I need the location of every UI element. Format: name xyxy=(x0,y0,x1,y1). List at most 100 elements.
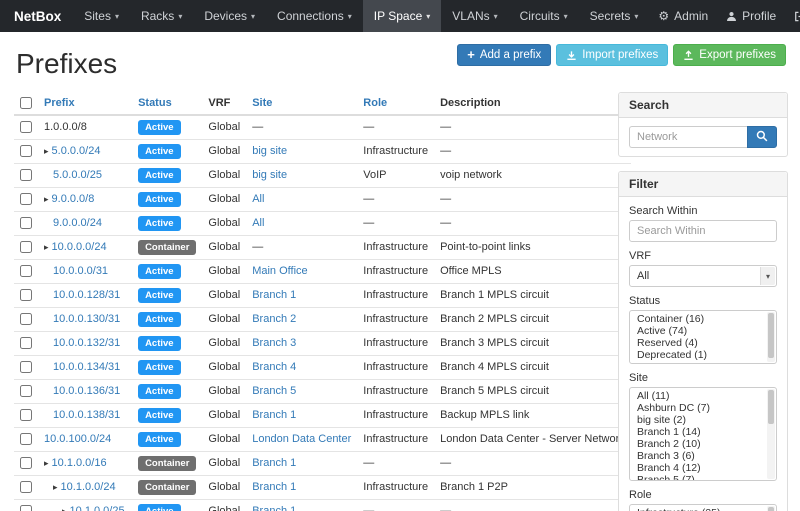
site-link[interactable]: Branch 5 xyxy=(252,385,296,397)
row-checkbox[interactable] xyxy=(20,313,32,325)
prefix-link[interactable]: 10.0.0.136/31 xyxy=(53,385,120,397)
filter-option[interactable]: All (11) xyxy=(630,390,776,402)
filter-option[interactable]: Container (16) xyxy=(630,313,776,325)
site-link[interactable]: Branch 1 xyxy=(252,289,296,301)
brand[interactable]: NetBox xyxy=(8,0,73,32)
site-link[interactable]: All xyxy=(252,193,264,205)
import-prefixes-button[interactable]: Import prefixes xyxy=(556,44,668,66)
nav-item-vlans[interactable]: VLANs▾ xyxy=(441,0,508,32)
col-header-status[interactable]: Status xyxy=(132,92,202,115)
prefix-link[interactable]: 10.0.0.128/31 xyxy=(53,289,120,301)
nav-item-logout[interactable]: Log out xyxy=(785,0,800,32)
site-link[interactable]: Branch 1 xyxy=(252,409,296,421)
site-listbox[interactable]: All (11)Ashburn DC (7)big site (2)Branch… xyxy=(629,387,777,481)
prefix-link[interactable]: 5.0.0.0/25 xyxy=(53,169,102,181)
scrollbar[interactable] xyxy=(767,506,775,511)
nav-item-profile[interactable]: Profile xyxy=(717,0,785,32)
filter-option[interactable]: big site (2) xyxy=(630,414,776,426)
prefix-link[interactable]: 10.0.0.0/24 xyxy=(52,241,107,253)
row-checkbox[interactable] xyxy=(20,241,32,253)
row-checkbox[interactable] xyxy=(20,481,32,493)
filter-option[interactable]: Branch 2 (10) xyxy=(630,438,776,450)
site-link[interactable]: Main Office xyxy=(252,265,307,277)
row-checkbox[interactable] xyxy=(20,385,32,397)
site-link[interactable]: big site xyxy=(252,145,287,157)
scrollbar[interactable] xyxy=(767,312,775,362)
nav-item-admin[interactable]: ⚙ Admin xyxy=(649,0,717,32)
nav-item-sites[interactable]: Sites▾ xyxy=(73,0,130,32)
filter-option[interactable]: Branch 3 (6) xyxy=(630,450,776,462)
site-link[interactable]: London Data Center xyxy=(252,433,351,445)
filter-option[interactable]: Ashburn DC (7) xyxy=(630,402,776,414)
prefix-link[interactable]: 10.0.100.0/24 xyxy=(44,433,111,445)
site-link[interactable]: All xyxy=(252,217,264,229)
col-header-role[interactable]: Role xyxy=(357,92,434,115)
filter-option[interactable]: Active (74) xyxy=(630,325,776,337)
filter-option[interactable]: Deprecated (1) xyxy=(630,349,776,361)
prefix-link[interactable]: 10.1.0.0/16 xyxy=(52,457,107,469)
row-checkbox[interactable] xyxy=(20,265,32,277)
row-checkbox[interactable] xyxy=(20,193,32,205)
prefix-link[interactable]: 10.0.0.132/31 xyxy=(53,337,120,349)
filter-option[interactable]: Infrastructure (25) xyxy=(630,507,776,511)
prefix-link[interactable]: 10.1.0.0/25 xyxy=(70,505,125,511)
select-all-checkbox[interactable] xyxy=(20,97,32,109)
site-link[interactable]: big site xyxy=(252,169,287,181)
row-checkbox[interactable] xyxy=(20,145,32,157)
prefix-link[interactable]: 10.0.0.134/31 xyxy=(53,361,120,373)
add-prefix-button[interactable]: + Add a prefix xyxy=(457,44,551,66)
prefix-link[interactable]: 9.0.0.0/24 xyxy=(53,217,102,229)
nav-item-racks[interactable]: Racks▾ xyxy=(130,0,193,32)
site-link[interactable]: Branch 4 xyxy=(252,361,296,373)
export-prefixes-button[interactable]: Export prefixes xyxy=(673,44,786,66)
filter-option[interactable]: Branch 4 (12) xyxy=(630,462,776,474)
row-checkbox[interactable] xyxy=(20,505,32,511)
nav-item-circuits[interactable]: Circuits▾ xyxy=(509,0,579,32)
site-link[interactable]: Branch 1 xyxy=(252,457,296,469)
row-checkbox[interactable] xyxy=(20,169,32,181)
scrollbar[interactable] xyxy=(767,389,775,479)
row-checkbox[interactable] xyxy=(20,433,32,445)
filter-option[interactable]: Branch 5 (7) xyxy=(630,474,776,481)
row-checkbox[interactable] xyxy=(20,457,32,469)
role-listbox[interactable]: Infrastructure (25)Management (8)Private… xyxy=(629,504,777,511)
expand-arrow-icon[interactable]: ▸ xyxy=(44,458,49,468)
prefix-link[interactable]: 9.0.0.0/8 xyxy=(52,193,95,205)
filter-option[interactable]: Branch 1 (14) xyxy=(630,426,776,438)
row-checkbox[interactable] xyxy=(20,409,32,421)
site-link[interactable]: Branch 3 xyxy=(252,337,296,349)
row-checkbox[interactable] xyxy=(20,361,32,373)
col-header-site[interactable]: Site xyxy=(246,92,357,115)
expand-arrow-icon[interactable]: ▸ xyxy=(44,194,49,204)
col-header-vrf[interactable]: VRF xyxy=(202,92,246,115)
prefix-link[interactable]: 10.1.0.0/24 xyxy=(61,481,116,493)
row-checkbox[interactable] xyxy=(20,289,32,301)
nav-item-ip-space[interactable]: IP Space▾ xyxy=(363,0,442,32)
prefix-link[interactable]: 10.0.0.130/31 xyxy=(53,313,120,325)
site-link[interactable]: Branch 1 xyxy=(252,481,296,493)
vrf-select[interactable]: All ▾ xyxy=(629,265,777,287)
expand-arrow-icon[interactable]: ▸ xyxy=(53,482,58,492)
site-link[interactable]: Branch 1 xyxy=(252,505,296,511)
scrollbar-thumb[interactable] xyxy=(768,390,774,424)
site-link[interactable]: Branch 2 xyxy=(252,313,296,325)
search-input[interactable] xyxy=(629,126,747,148)
nav-item-devices[interactable]: Devices▾ xyxy=(193,0,266,32)
scrollbar-thumb[interactable] xyxy=(768,507,774,511)
expand-arrow-icon[interactable]: ▸ xyxy=(44,242,49,252)
scrollbar-thumb[interactable] xyxy=(768,313,774,358)
prefix-link[interactable]: 5.0.0.0/24 xyxy=(52,145,101,157)
expand-arrow-icon[interactable]: ▸ xyxy=(62,506,67,511)
filter-option[interactable]: Reserved (4) xyxy=(630,337,776,349)
status-listbox[interactable]: Container (16)Active (74)Reserved (4)Dep… xyxy=(629,310,777,364)
nav-item-secrets[interactable]: Secrets▾ xyxy=(579,0,650,32)
search-within-input[interactable] xyxy=(629,220,777,242)
nav-item-connections[interactable]: Connections▾ xyxy=(266,0,363,32)
row-checkbox[interactable] xyxy=(20,337,32,349)
prefix-link[interactable]: 10.0.0.0/31 xyxy=(53,265,108,277)
expand-arrow-icon[interactable]: ▸ xyxy=(44,146,49,156)
search-button[interactable] xyxy=(747,126,777,148)
prefix-link[interactable]: 10.0.0.138/31 xyxy=(53,409,120,421)
row-checkbox[interactable] xyxy=(20,217,32,229)
row-checkbox[interactable] xyxy=(20,121,32,133)
